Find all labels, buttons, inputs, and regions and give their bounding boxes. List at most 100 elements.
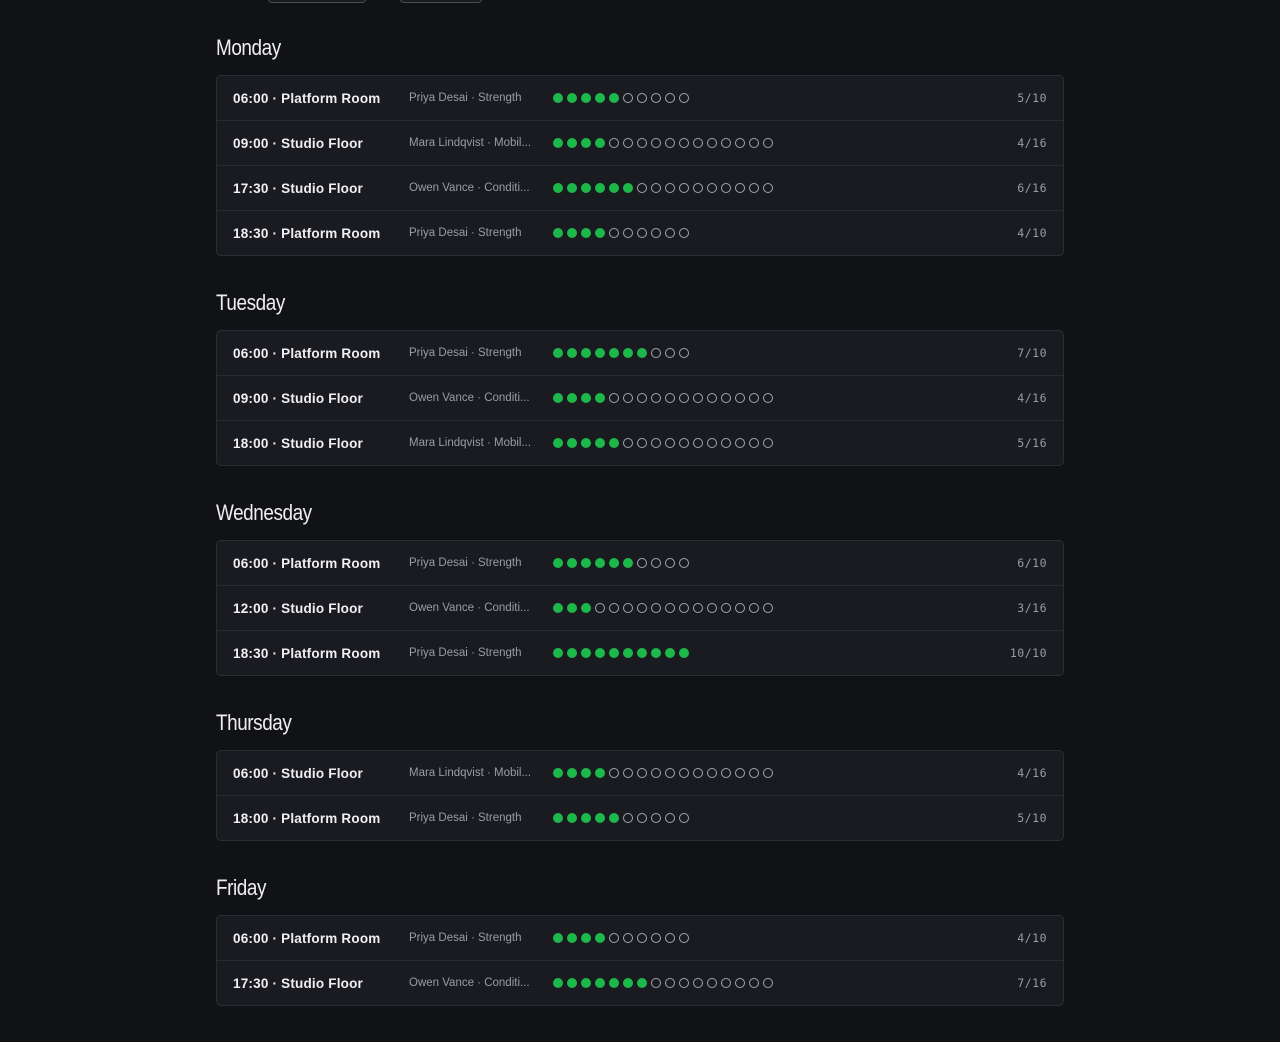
open-spot-dot: [707, 978, 717, 988]
open-spot-dot: [637, 813, 647, 823]
open-spot-dot: [721, 183, 731, 193]
open-spot-dot: [651, 768, 661, 778]
schedule-page: Monday 06:00 · Platform Room Priya Desai ·…: [0, 0, 1280, 1042]
open-spot-dot: [679, 558, 689, 568]
session-row[interactable]: 17:30 · Studio Floor Owen Vance · Conditi…: [217, 960, 1063, 1005]
open-spot-dot: [623, 768, 633, 778]
day-title: Monday: [216, 35, 281, 60]
day-section: Thursday 06:00 · Studio Floor Mara Lindqvi…: [216, 708, 1064, 841]
top-tab-2[interactable]: [400, 0, 482, 3]
booked-spot-dot: [581, 813, 591, 823]
open-spot-dot: [749, 138, 759, 148]
booked-spot-dot: [567, 603, 577, 613]
session-row[interactable]: 18:30 · Platform Room Priya Desai · Stren…: [217, 630, 1063, 675]
open-spot-dot: [707, 183, 717, 193]
session-row[interactable]: 06:00 · Platform Room Priya Desai · Stren…: [217, 541, 1063, 585]
booked-spot-dot: [567, 93, 577, 103]
capacity-dots: [553, 393, 987, 403]
booked-spot-dot: [581, 648, 591, 658]
open-spot-dot: [665, 93, 675, 103]
open-spot-dot: [763, 978, 773, 988]
session-row[interactable]: 09:00 · Studio Floor Mara Lindqvist · Mob…: [217, 120, 1063, 165]
day-section: Wednesday 06:00 · Platform Room Priya Desa…: [216, 498, 1064, 676]
day-title: Friday: [216, 875, 266, 900]
booked-spot-dot: [637, 348, 647, 358]
open-spot-dot: [665, 228, 675, 238]
booked-spot-dot: [553, 228, 563, 238]
booked-spot-dot: [553, 348, 563, 358]
capacity-dots: [553, 978, 987, 988]
booked-spot-dot: [623, 978, 633, 988]
open-spot-dot: [623, 603, 633, 613]
open-spot-dot: [651, 348, 661, 358]
booked-spot-dot: [581, 768, 591, 778]
session-row[interactable]: 12:00 · Studio Floor Owen Vance · Conditi…: [217, 585, 1063, 630]
open-spot-dot: [679, 93, 689, 103]
open-spot-dot: [637, 438, 647, 448]
open-spot-dot: [623, 393, 633, 403]
day-section: Monday 06:00 · Platform Room Priya Desai ·…: [216, 33, 1064, 256]
booked-spot-dot: [637, 978, 647, 988]
session-row[interactable]: 06:00 · Platform Room Priya Desai · Stren…: [217, 331, 1063, 375]
session-list: 06:00 · Platform Room Priya Desai · Stren…: [216, 75, 1064, 256]
capacity-count: 6/16: [1017, 181, 1047, 195]
booked-spot-dot: [553, 813, 563, 823]
capacity-dots: [553, 558, 987, 568]
top-tab-bar: [216, 0, 1064, 3]
top-tab-1[interactable]: [268, 0, 366, 3]
capacity-count: 4/10: [1017, 931, 1047, 945]
session-row[interactable]: 09:00 · Studio Floor Owen Vance · Conditi…: [217, 375, 1063, 420]
session-row[interactable]: 18:00 · Platform Room Priya Desai · Stren…: [217, 795, 1063, 840]
booked-spot-dot: [623, 348, 633, 358]
session-time-location: 17:30 · Studio Floor: [233, 180, 364, 196]
booked-spot-dot: [581, 228, 591, 238]
capacity-dots: [553, 348, 987, 358]
session-row[interactable]: 18:30 · Platform Room Priya Desai · Stren…: [217, 210, 1063, 255]
capacity-count: 4/16: [1017, 766, 1047, 780]
open-spot-dot: [721, 603, 731, 613]
open-spot-dot: [637, 228, 647, 238]
open-spot-dot: [763, 393, 773, 403]
session-row[interactable]: 17:30 · Studio Floor Owen Vance · Conditi…: [217, 165, 1063, 210]
booked-spot-dot: [609, 813, 619, 823]
capacity-count: 4/16: [1017, 391, 1047, 405]
open-spot-dot: [637, 393, 647, 403]
open-spot-dot: [665, 438, 675, 448]
open-spot-dot: [637, 183, 647, 193]
session-coach-type: Priya Desai · Strength: [409, 92, 522, 104]
session-row[interactable]: 06:00 · Studio Floor Mara Lindqvist · Mob…: [217, 751, 1063, 795]
booked-spot-dot: [581, 438, 591, 448]
session-time-location: 18:00 · Platform Room: [233, 810, 381, 826]
session-row[interactable]: 18:00 · Studio Floor Mara Lindqvist · Mob…: [217, 420, 1063, 465]
capacity-count: 6/10: [1017, 556, 1047, 570]
session-coach-type: Mara Lindqvist · Mobil...: [409, 437, 532, 449]
booked-spot-dot: [609, 438, 619, 448]
capacity-dots: [553, 138, 987, 148]
open-spot-dot: [651, 183, 661, 193]
open-spot-dot: [637, 933, 647, 943]
open-spot-dot: [679, 933, 689, 943]
session-row[interactable]: 06:00 · Platform Room Priya Desai · Stren…: [217, 916, 1063, 960]
open-spot-dot: [693, 978, 703, 988]
booked-spot-dot: [567, 393, 577, 403]
session-row[interactable]: 06:00 · Platform Room Priya Desai · Stren…: [217, 76, 1063, 120]
booked-spot-dot: [637, 648, 647, 658]
weekly-schedule: Monday 06:00 · Platform Room Priya Desai ·…: [216, 33, 1064, 1038]
capacity-count: 3/16: [1017, 601, 1047, 615]
booked-spot-dot: [553, 978, 563, 988]
open-spot-dot: [763, 138, 773, 148]
open-spot-dot: [651, 978, 661, 988]
open-spot-dot: [707, 768, 717, 778]
booked-spot-dot: [609, 978, 619, 988]
open-spot-dot: [679, 393, 689, 403]
session-coach-type: Priya Desai · Strength: [409, 932, 522, 944]
day-section: Tuesday 06:00 · Platform Room Priya Desai …: [216, 288, 1064, 466]
booked-spot-dot: [595, 393, 605, 403]
capacity-dots: [553, 813, 987, 823]
open-spot-dot: [665, 813, 675, 823]
booked-spot-dot: [553, 438, 563, 448]
booked-spot-dot: [623, 183, 633, 193]
booked-spot-dot: [553, 648, 563, 658]
booked-spot-dot: [581, 93, 591, 103]
session-time-location: 18:30 · Platform Room: [233, 645, 381, 661]
